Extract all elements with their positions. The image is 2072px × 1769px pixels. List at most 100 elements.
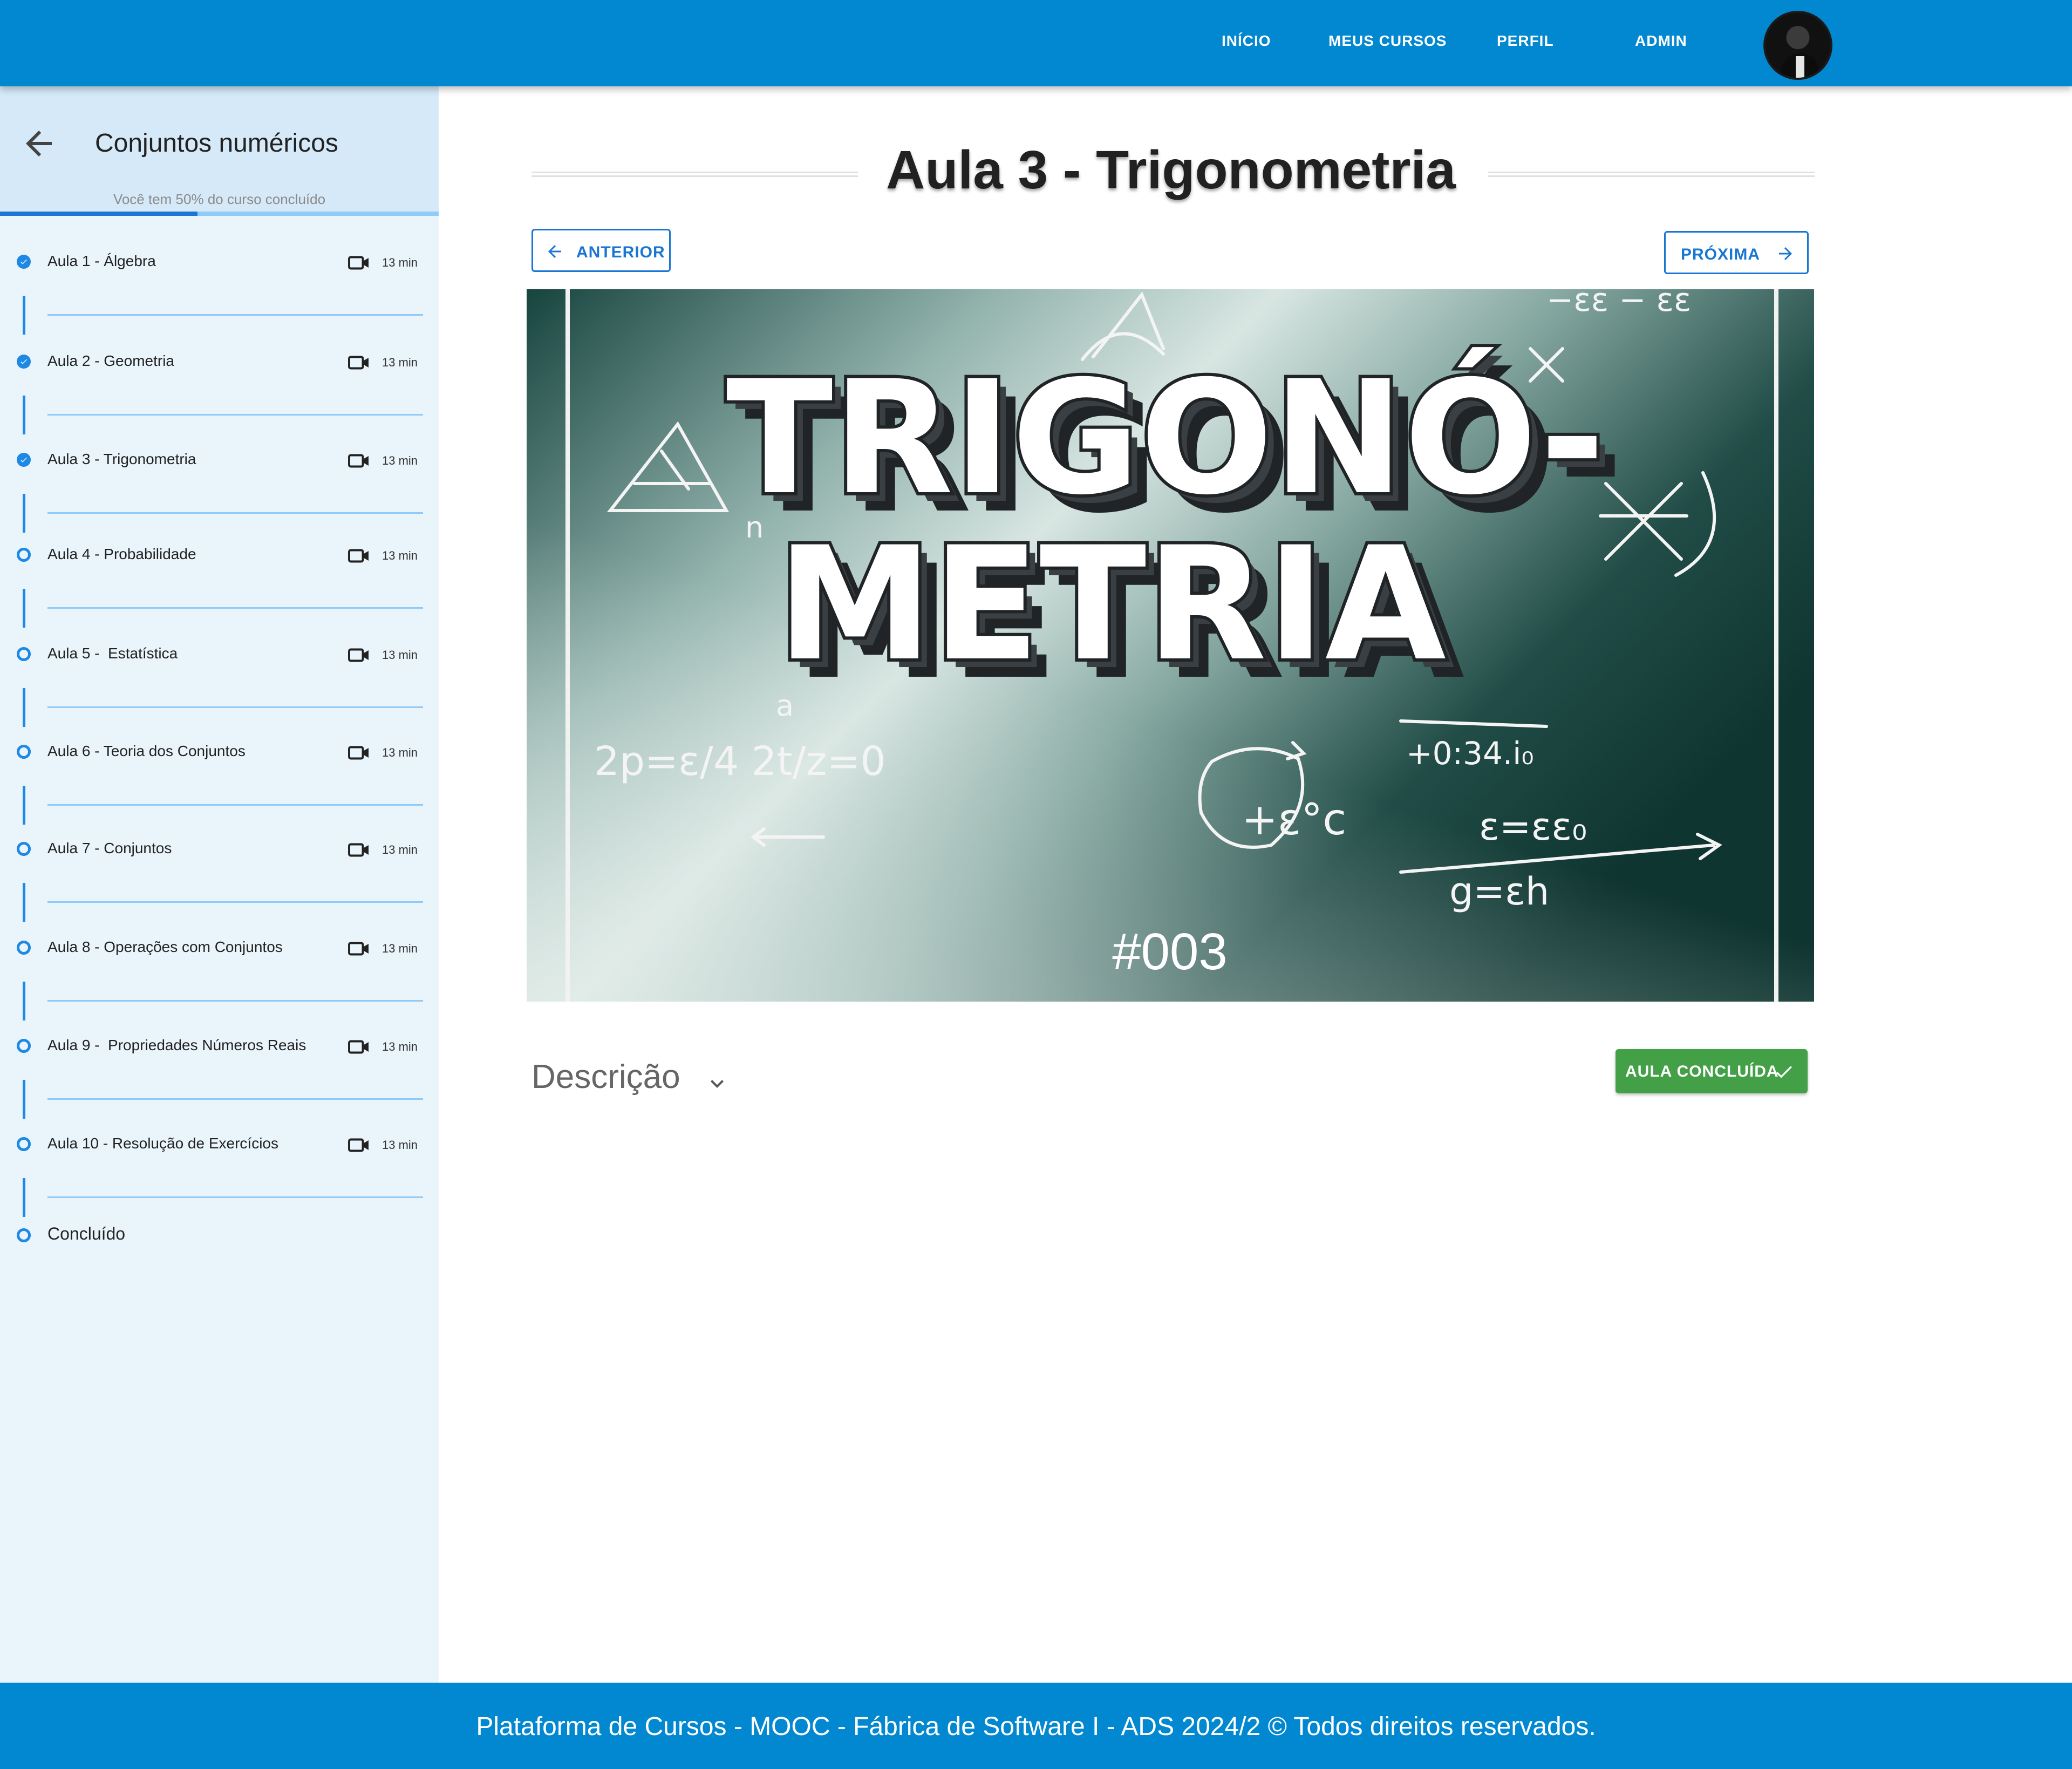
lesson-label: Aula 9 - Propriedades Números Reais (47, 1037, 306, 1053)
video-camera-icon (348, 648, 369, 662)
lesson-label: Aula 8 - Operações com Conjuntos (47, 938, 283, 955)
lesson-item[interactable]: Aula 4 - Probabilidade 13 min (0, 528, 439, 582)
footer: Plataforma de Cursos - MOOC - Fábrica de… (0, 1683, 2072, 1769)
svg-text:+ε°c: +ε°c (1242, 794, 1346, 845)
lesson-divider (47, 607, 423, 609)
lesson-duration: 13 min (382, 1138, 418, 1152)
lesson-divider (47, 1196, 423, 1198)
pending-circle-icon (17, 941, 31, 955)
lesson-label: Aula 5 - Estatística (47, 645, 178, 662)
video-camera-icon (348, 1138, 369, 1152)
lesson-item[interactable]: Aula 3 - Trigonometria 13 min (0, 433, 439, 487)
lesson-label: Aula 10 - Resolução de Exercícios (47, 1135, 278, 1152)
course-sidebar: Conjuntos numéricos Você tem 50% do curs… (0, 86, 439, 1683)
check-icon (1776, 1066, 1792, 1078)
lesson-divider (47, 804, 423, 806)
lesson-divider (47, 512, 423, 514)
lesson-label: Aula 4 - Probabilidade (47, 546, 196, 562)
video-camera-icon (348, 454, 369, 468)
previous-lesson-label: ANTERIOR (576, 243, 665, 261)
nav-link-meus-cursos[interactable]: MEUS CURSOS (1328, 32, 1447, 50)
timeline-connector (23, 982, 25, 1020)
lesson-item[interactable]: Aula 6 - Teoria dos Conjuntos 13 min (0, 725, 439, 779)
lesson-duration: 13 min (382, 843, 418, 856)
svg-text:−εε − εε: −εε − εε (1546, 289, 1691, 319)
timeline-connector (23, 883, 25, 922)
video-camera-icon (348, 1040, 369, 1054)
nav-link-admin[interactable]: ADMIN (1635, 32, 1687, 50)
pending-circle-icon (17, 1137, 31, 1151)
lesson-item[interactable]: Aula 10 - Resolução de Exercícios 13 min (0, 1118, 439, 1172)
lesson-thumbnail[interactable]: 2p=ε/4 2t/z=0 +ε°c +0:34.i₀ ε=εε₀ g=εh a… (527, 289, 1814, 1002)
lesson-duration: 13 min (382, 356, 418, 369)
svg-text:METRIA: METRIA (777, 514, 1447, 696)
chevron-down-icon (711, 1080, 724, 1088)
completed-check-icon (17, 453, 31, 467)
lesson-label: Aula 2 - Geometria (47, 352, 174, 369)
video-camera-icon (348, 746, 369, 760)
next-lesson-label: PRÓXIMA (1681, 246, 1761, 263)
svg-text:2p=ε/4 2t/z=0: 2p=ε/4 2t/z=0 (594, 738, 886, 785)
lesson-divider (47, 314, 423, 316)
video-camera-icon (348, 356, 369, 370)
timeline-connector (23, 1080, 25, 1119)
lesson-item[interactable]: Aula 1 - Álgebra 13 min (0, 235, 439, 289)
timeline-connector (23, 688, 25, 727)
pending-circle-icon (17, 745, 31, 759)
video-camera-icon (348, 549, 369, 563)
lesson-completed-button[interactable]: AULA CONCLUÍDA (1616, 1049, 1808, 1093)
progress-text: Você tem 50% do curso concluído (113, 191, 326, 207)
lesson-duration: 13 min (382, 746, 418, 759)
banner-number: #003 (1112, 923, 1228, 981)
arrow-left-icon (548, 245, 561, 258)
completed-check-icon (17, 355, 31, 369)
lesson-completed-label: AULA CONCLUÍDA (1625, 1063, 1779, 1080)
progress-bar (0, 212, 439, 216)
footer-text: Plataforma de Cursos - MOOC - Fábrica de… (476, 1712, 1596, 1741)
lesson-item[interactable]: Aula 7 - Conjuntos 13 min (0, 822, 439, 876)
lesson-label: Aula 3 - Trigonometria (47, 451, 196, 467)
lesson-divider (47, 706, 423, 708)
pending-circle-icon (17, 1228, 31, 1242)
lesson-duration: 13 min (382, 648, 418, 662)
pending-circle-icon (17, 842, 31, 856)
svg-text:+0:34.i₀: +0:34.i₀ (1406, 735, 1534, 772)
svg-text:ε=εε₀: ε=εε₀ (1479, 805, 1587, 849)
timeline-connector (23, 296, 25, 335)
user-avatar[interactable] (1763, 11, 1832, 80)
video-camera-icon (348, 843, 369, 857)
lesson-duration: 13 min (382, 1040, 418, 1053)
lesson-duration: 13 min (382, 256, 418, 269)
timeline-connector (23, 589, 25, 628)
lesson-duration: 13 min (382, 942, 418, 955)
svg-text:TRIGONÓ-: TRIGONÓ- (726, 345, 1605, 529)
svg-text:g=εh: g=εh (1449, 869, 1549, 914)
lesson-divider (47, 1000, 423, 1002)
nav-link-perfil[interactable]: PERFIL (1497, 32, 1554, 50)
arrow-back-icon[interactable] (19, 124, 58, 163)
lesson-item[interactable]: Aula 8 - Operações com Conjuntos 13 min (0, 921, 439, 975)
progress-bar-fill (0, 212, 197, 216)
timeline-connector (23, 494, 25, 533)
lesson-item[interactable]: Aula 9 - Propriedades Números Reais 13 mi… (0, 1019, 439, 1073)
arrow-right-icon (1779, 247, 1792, 260)
timeline-connector (23, 1178, 25, 1217)
sidebar-header: Conjuntos numéricos Você tem 50% do curs… (0, 86, 439, 216)
course-completed-item[interactable]: Concluído (0, 1213, 439, 1256)
lesson-label: Aula 6 - Teoria dos Conjuntos (47, 743, 246, 759)
video-camera-icon (348, 942, 369, 956)
nav-link-inicio[interactable]: INÍCIO (1222, 32, 1271, 50)
timeline-connector (23, 786, 25, 825)
course-title: Conjuntos numéricos (95, 129, 338, 158)
pending-circle-icon (17, 647, 31, 661)
lesson-item[interactable]: Aula 2 - Geometria 13 min (0, 335, 439, 389)
chalkboard-artwork: 2p=ε/4 2t/z=0 +ε°c +0:34.i₀ ε=εε₀ g=εh a… (527, 289, 1814, 1002)
pending-circle-icon (17, 548, 31, 562)
lesson-divider (47, 414, 423, 416)
previous-lesson-button[interactable]: ANTERIOR (531, 229, 671, 272)
lesson-duration: 13 min (382, 454, 418, 467)
lesson-label: Aula 7 - Conjuntos (47, 840, 172, 856)
next-lesson-button[interactable]: PRÓXIMA (1664, 231, 1809, 274)
lesson-item[interactable]: Aula 5 - Estatística 13 min (0, 628, 439, 682)
lesson-duration: 13 min (382, 549, 418, 562)
